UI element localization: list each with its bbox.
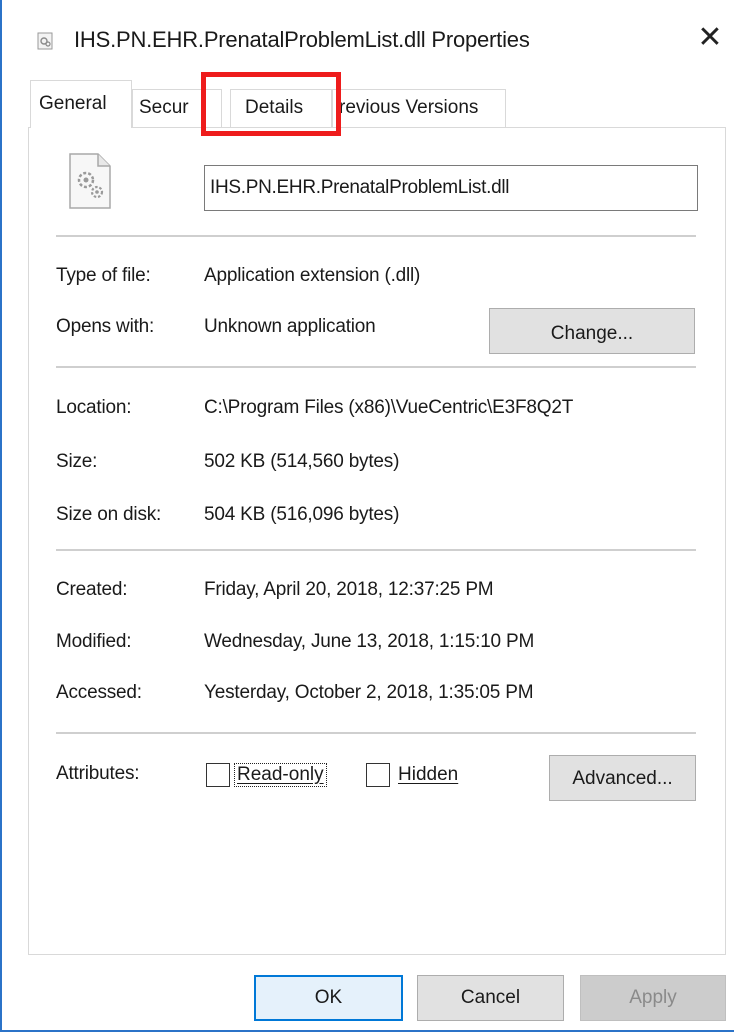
tab-general[interactable]: General <box>30 80 132 128</box>
read-only-label[interactable]: Read-only <box>234 763 327 787</box>
change-button[interactable]: Change... <box>489 308 695 354</box>
advanced-button[interactable]: Advanced... <box>549 755 696 801</box>
modified-label: Modified: <box>56 631 132 652</box>
separator <box>56 549 696 551</box>
cancel-button-label: Cancel <box>460 987 521 1008</box>
hidden-checkbox[interactable] <box>366 763 390 787</box>
size-on-disk-value: 504 KB (516,096 bytes) <box>204 504 400 525</box>
general-tab-panel <box>28 127 726 955</box>
separator <box>56 366 696 368</box>
created-value: Friday, April 20, 2018, 12:37:25 PM <box>204 579 494 600</box>
created-label: Created: <box>56 579 128 600</box>
attributes-label: Attributes: <box>56 763 140 784</box>
accessed-label: Accessed: <box>56 682 142 703</box>
advanced-button-label: Advanced... <box>572 768 673 789</box>
opens-with-label: Opens with: <box>56 316 155 337</box>
type-of-file-label: Type of file: <box>56 265 151 286</box>
tab-strip: General Secur Details revious Versions <box>2 0 734 130</box>
change-button-label: Change... <box>550 323 634 344</box>
file-name-field[interactable]: IHS.PN.EHR.PrenatalProblemList.dll <box>204 165 698 211</box>
tab-previous-versions[interactable]: revious Versions <box>332 89 506 127</box>
modified-value: Wednesday, June 13, 2018, 1:15:10 PM <box>204 631 535 652</box>
type-of-file-value: Application extension (.dll) <box>204 265 421 286</box>
hidden-label[interactable]: Hidden <box>398 764 458 786</box>
separator <box>56 732 696 734</box>
location-label: Location: <box>56 397 132 418</box>
ok-button[interactable]: OK <box>254 975 403 1021</box>
tab-security[interactable]: Secur <box>132 89 222 127</box>
size-on-disk-label: Size on disk: <box>56 504 162 525</box>
separator <box>56 235 696 237</box>
size-label: Size: <box>56 451 98 472</box>
accessed-value: Yesterday, October 2, 2018, 1:35:05 PM <box>204 682 534 703</box>
tab-details[interactable]: Details <box>230 89 332 127</box>
location-value: C:\Program Files (x86)\VueCentric\E3F8Q2… <box>204 397 574 418</box>
opens-with-value: Unknown application <box>204 316 376 337</box>
apply-button-label: Apply <box>629 987 677 1008</box>
file-type-icon <box>69 153 111 209</box>
ok-button-label: OK <box>314 987 343 1008</box>
cancel-button[interactable]: Cancel <box>417 975 564 1021</box>
size-value: 502 KB (514,560 bytes) <box>204 451 400 472</box>
apply-button[interactable]: Apply <box>580 975 726 1021</box>
properties-window: IHS.PN.EHR.PrenatalProblemList.dll Prope… <box>0 0 734 1032</box>
read-only-checkbox[interactable] <box>206 763 230 787</box>
